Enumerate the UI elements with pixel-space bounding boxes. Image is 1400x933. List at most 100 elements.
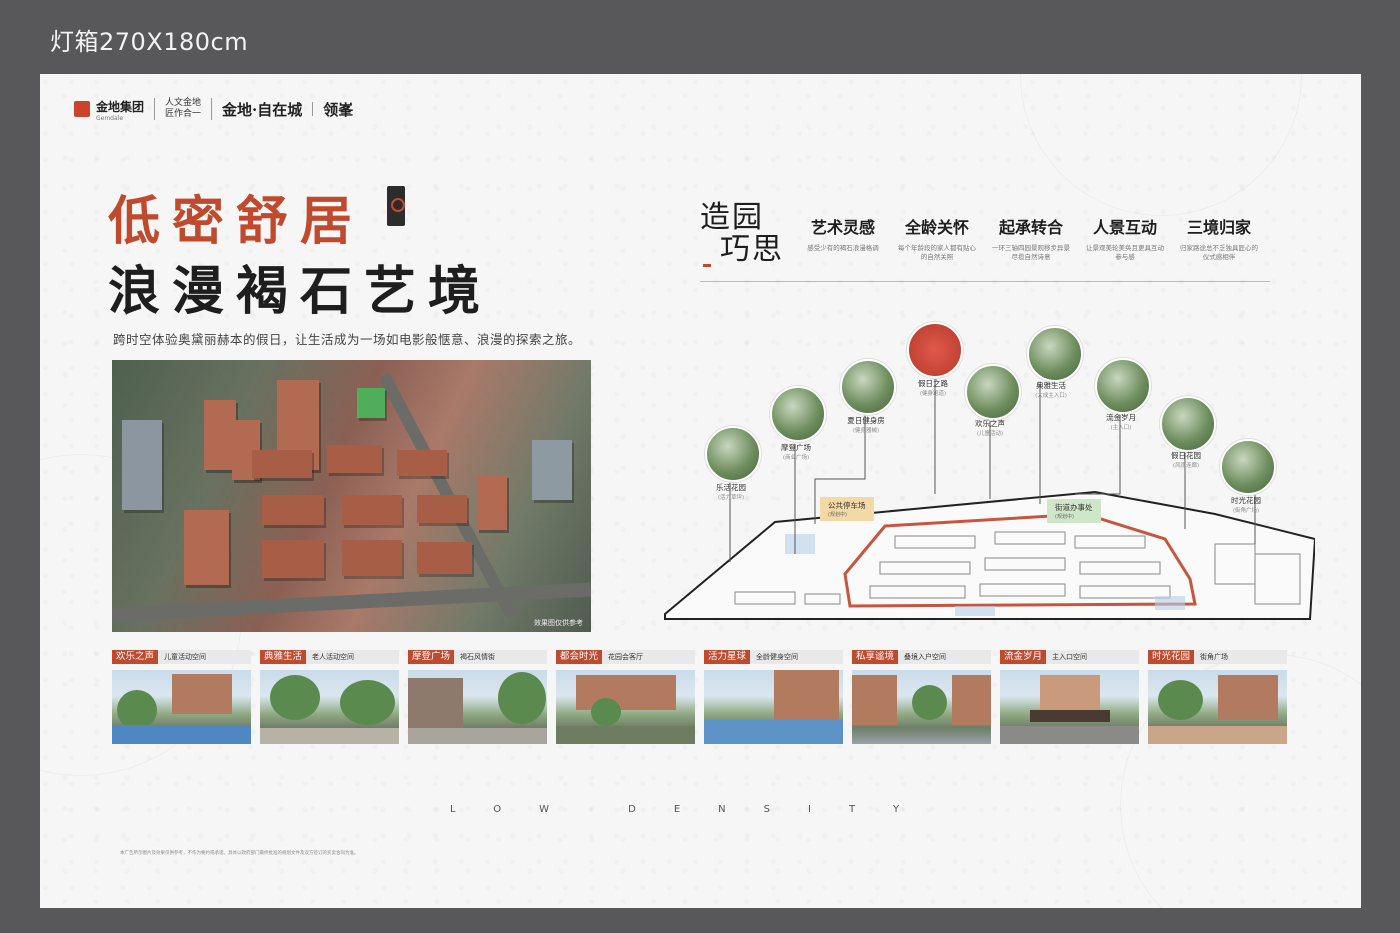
building bbox=[262, 540, 324, 578]
card-tag: 典雅生活 bbox=[260, 650, 307, 664]
building bbox=[262, 495, 324, 525]
feature-item: 艺术灵感 感受少有的褐石浪漫格调 bbox=[807, 218, 879, 252]
feature-item: 全龄关怀 每个年龄段的家人都有贴心的自然关照 bbox=[898, 218, 976, 261]
sceneview-photo bbox=[1220, 439, 1276, 495]
card-tag: 活力星球 bbox=[704, 650, 751, 664]
headline-line2: 浪漫褐石艺境 bbox=[108, 261, 493, 322]
building bbox=[342, 495, 402, 525]
building bbox=[184, 510, 229, 585]
headline-line1: 低密舒居 bbox=[108, 191, 365, 252]
sceneview-photo bbox=[770, 386, 826, 442]
scene-photo bbox=[1148, 670, 1287, 744]
scene-photo bbox=[556, 670, 695, 744]
card-tag: 私享谧境 bbox=[852, 650, 899, 664]
scene-photo bbox=[704, 670, 843, 744]
building bbox=[532, 440, 572, 500]
fine-print: 本广告所示图片及效果仅供参考，不作为要约或承诺。具体以政府部门最终批准的规划文件… bbox=[120, 851, 359, 856]
point-label: 欢乐之声 (儿童活动) bbox=[975, 419, 1005, 437]
point-label: 夏日健身房 (健身器械) bbox=[847, 416, 885, 434]
building bbox=[122, 420, 162, 510]
point-label: 流金岁月 (主入口) bbox=[1106, 413, 1136, 431]
card-subtitle: 褐石风情街 bbox=[460, 653, 496, 661]
accent-mark bbox=[703, 264, 711, 267]
road bbox=[112, 582, 591, 622]
building bbox=[417, 495, 467, 523]
feature-list: 艺术灵感 感受少有的褐石浪漫格调 全龄关怀 每个年龄段的家人都有贴心的自然关照 … bbox=[803, 214, 1259, 262]
card-tag: 摩登广场 bbox=[408, 650, 455, 664]
card-subtitle: 老人活动空间 bbox=[312, 653, 355, 661]
brand-en: Gemdale bbox=[96, 115, 124, 122]
office-tag: 街道办事处 (规划中) bbox=[1047, 499, 1101, 523]
building bbox=[477, 475, 507, 530]
scene-photo bbox=[852, 670, 991, 744]
project-sub-logo: 领峯 bbox=[323, 100, 354, 119]
building bbox=[417, 542, 472, 574]
point-label: 假日之路 (健身跑道) bbox=[918, 379, 948, 397]
gemdale-logo-icon bbox=[74, 101, 90, 117]
brand-name: 金地集团 bbox=[96, 100, 145, 114]
scene-card: 都会时光 花园会客厅 bbox=[556, 650, 695, 744]
bg-pattern bbox=[1020, 74, 1302, 216]
card-tag: 都会时光 bbox=[556, 650, 603, 664]
logo-divider bbox=[312, 102, 314, 116]
low-density-text: LOW DENSITY bbox=[450, 804, 938, 815]
card-tag: 时光花园 bbox=[1148, 650, 1195, 664]
feature-item: 人景互动 让景观美轮美奂且更具互动参与感 bbox=[1086, 218, 1164, 261]
board-size-label: 灯箱270X180cm bbox=[50, 28, 249, 56]
feature-item: 起承转合 一环三轴四园景观移步异景尽揽自然诗意 bbox=[992, 218, 1070, 261]
logo-divider bbox=[154, 98, 156, 120]
sceneview-photo bbox=[1095, 358, 1151, 414]
sceneview-photo bbox=[1160, 396, 1216, 452]
card-subtitle: 主入口空间 bbox=[1052, 653, 1088, 661]
sceneview-photo bbox=[965, 364, 1021, 420]
scene-card: 活力星球 全龄健身空间 bbox=[704, 650, 843, 744]
scene-card: 时光花园 街角广场 bbox=[1148, 650, 1287, 744]
scene-strip: 欢乐之声 儿童活动空间 典雅生活 老人活动空间 摩登广场 褐石风情街 都会时光 … bbox=[112, 650, 1287, 744]
scene-photo bbox=[112, 670, 251, 744]
card-subtitle: 儿童活动空间 bbox=[164, 653, 207, 661]
headline-subtitle: 跨时空体验奥黛丽赫本的假日，让生活成为一场如电影般惬意、浪漫的探索之旅。 bbox=[113, 332, 582, 347]
sceneview-photo bbox=[840, 359, 896, 415]
scene-card: 流金岁月 主入口空间 bbox=[1000, 650, 1139, 744]
building bbox=[342, 540, 402, 576]
parking-tag: 公共停车场 (规划中) bbox=[820, 497, 874, 521]
point-label: 典雅生活 (大成主入口) bbox=[1035, 381, 1067, 399]
scene-card: 摩登广场 褐石风情街 bbox=[408, 650, 547, 744]
card-subtitle: 全龄健身空间 bbox=[756, 653, 799, 661]
divider bbox=[700, 281, 1270, 282]
seal-icon bbox=[387, 186, 405, 226]
lightbox-board: 金地集团 Gemdale 人文金地 匠作合一 金地·自在城 领峯 低密舒居 浪漫… bbox=[40, 74, 1361, 908]
scene-card: 典雅生活 老人活动空间 bbox=[260, 650, 399, 744]
logo-bar: 金地集团 Gemdale 人文金地 匠作合一 金地·自在城 领峯 bbox=[74, 94, 353, 124]
sceneview-photo bbox=[705, 426, 761, 482]
scene-photo bbox=[408, 670, 547, 744]
card-tag: 流金岁月 bbox=[1000, 650, 1047, 664]
point-label: 时光花园 (街角广场) bbox=[1231, 496, 1261, 514]
point-label: 假日花园 (风雨连廊) bbox=[1171, 451, 1201, 469]
aerial-rendering: 效果图仅供参考 bbox=[112, 360, 591, 632]
slogan: 人文金地 匠作合一 bbox=[165, 98, 202, 119]
project-logo: 金地·自在城 bbox=[222, 100, 303, 119]
sceneview-photo bbox=[1027, 326, 1083, 382]
site-plan-drawing bbox=[664, 374, 1315, 620]
scene-card: 私享谧境 叠境入户空间 bbox=[852, 650, 991, 744]
scene-card: 欢乐之声 儿童活动空间 bbox=[112, 650, 251, 744]
feature-item: 三境归家 归家路途总不乏独具匠心的仪式感相伴 bbox=[1180, 218, 1258, 261]
card-subtitle: 叠境入户空间 bbox=[904, 653, 947, 661]
scene-photo bbox=[1000, 670, 1139, 744]
garden-title: 造园 巧思 bbox=[700, 200, 784, 267]
logo-divider bbox=[211, 98, 213, 120]
card-subtitle: 街角广场 bbox=[1200, 653, 1229, 661]
point-label: 乐活花园 (活力草坪) bbox=[716, 483, 746, 501]
point-label: 摩登广场 (商业广场) bbox=[781, 443, 811, 461]
site-plan: 乐活花园 (活力草坪) 摩登广场 (商业广场) 夏日健身房 (健身器械) 假日之路 (健… bbox=[655, 314, 1315, 634]
sceneview-photo bbox=[907, 322, 963, 378]
card-tag: 欢乐之声 bbox=[112, 650, 159, 664]
building-highlight bbox=[357, 388, 385, 418]
building bbox=[252, 450, 312, 478]
card-subtitle: 花园会客厅 bbox=[608, 653, 644, 661]
building bbox=[327, 445, 382, 473]
building bbox=[397, 450, 447, 476]
scene-photo bbox=[260, 670, 399, 744]
aerial-caption: 效果图仅供参考 bbox=[534, 619, 583, 627]
